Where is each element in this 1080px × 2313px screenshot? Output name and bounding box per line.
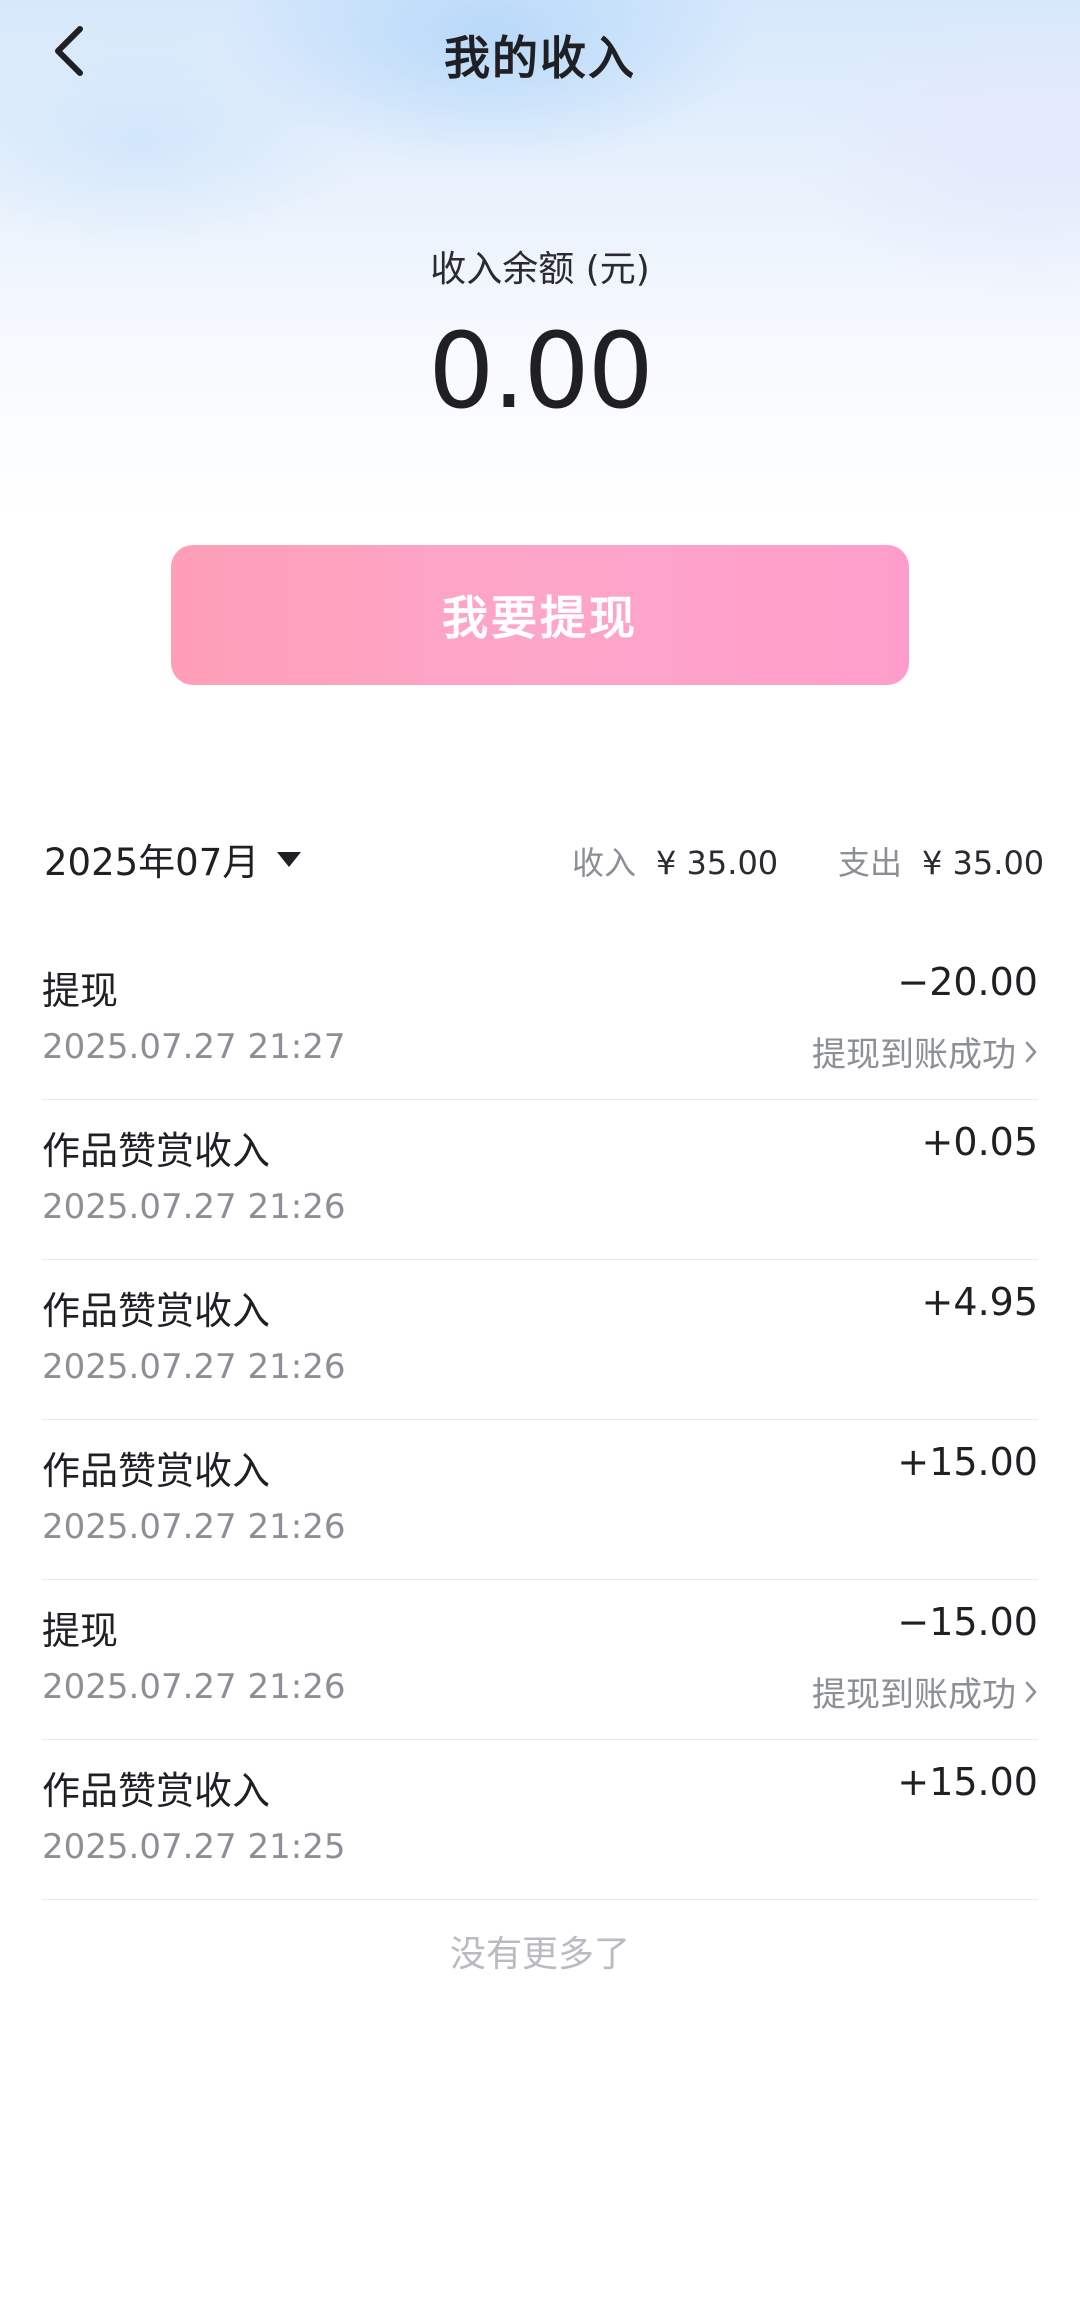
income-summary: 收入 ¥ 35.00 <box>572 838 778 884</box>
transaction-amount: +15.00 <box>897 1760 1038 1804</box>
withdraw-status-link[interactable]: 提现到账成功 <box>812 1667 1038 1716</box>
income-value: ¥ 35.00 <box>656 844 779 882</box>
transaction-row[interactable]: 提现 2025.07.27 21:26 −15.00 提现到账成功 <box>42 1580 1038 1740</box>
withdraw-button[interactable]: 我要提现 <box>171 545 909 685</box>
transaction-title: 作品赞赏收入 <box>42 1289 271 1333</box>
month-label: 2025年07月 <box>44 841 260 884</box>
page-title: 我的收入 <box>444 31 636 85</box>
transaction-row[interactable]: 作品赞赏收入 2025.07.27 21:25 +15.00 <box>42 1740 1038 1900</box>
transaction-title: 作品赞赏收入 <box>42 1449 271 1493</box>
transaction-title: 作品赞赏收入 <box>42 1769 271 1813</box>
transaction-time: 2025.07.27 21:27 <box>42 1027 346 1067</box>
transaction-list: 提现 2025.07.27 21:27 −20.00 提现到账成功 作品赞赏收入… <box>42 940 1038 1900</box>
month-summary: 2025年07月 收入 ¥ 35.00 支出 ¥ 35.00 <box>0 820 1080 900</box>
withdraw-status-label: 提现到账成功 <box>812 1035 1016 1075</box>
transaction-time: 2025.07.27 21:26 <box>42 1507 346 1547</box>
income-label: 收入 <box>572 844 637 882</box>
balance-label: 收入余额 (元) <box>430 249 650 290</box>
transaction-row[interactable]: 作品赞赏收入 2025.07.27 21:26 +0.05 <box>42 1100 1038 1260</box>
transaction-row[interactable]: 作品赞赏收入 2025.07.27 21:26 +4.95 <box>42 1260 1038 1420</box>
transaction-time: 2025.07.27 21:26 <box>42 1667 346 1707</box>
expense-summary: 支出 ¥ 35.00 <box>838 838 1044 884</box>
transaction-amount: +15.00 <box>897 1440 1038 1484</box>
month-picker[interactable]: 2025年07月 <box>44 832 302 886</box>
transaction-time: 2025.07.27 21:25 <box>42 1827 346 1867</box>
withdraw-status-label: 提现到账成功 <box>812 1675 1016 1715</box>
expense-value: ¥ 35.00 <box>922 844 1045 882</box>
withdraw-status-link[interactable]: 提现到账成功 <box>812 1027 1038 1076</box>
chevron-right-icon <box>1024 1040 1038 1064</box>
transaction-title: 作品赞赏收入 <box>42 1129 271 1173</box>
expense-label: 支出 <box>838 844 903 882</box>
caret-down-icon <box>277 851 302 867</box>
no-more-text: 没有更多了 <box>449 1934 630 1975</box>
transaction-time: 2025.07.27 21:26 <box>42 1187 346 1227</box>
transaction-amount: −20.00 <box>897 960 1038 1004</box>
header-bar: 我的收入 <box>0 0 1080 110</box>
transaction-time: 2025.07.27 21:26 <box>42 1347 346 1387</box>
transaction-row[interactable]: 提现 2025.07.27 21:27 −20.00 提现到账成功 <box>42 940 1038 1100</box>
transaction-amount: −15.00 <box>897 1600 1038 1644</box>
transaction-row[interactable]: 作品赞赏收入 2025.07.27 21:26 +15.00 <box>42 1420 1038 1580</box>
transaction-amount: +4.95 <box>921 1280 1038 1324</box>
transaction-title: 提现 <box>42 969 119 1013</box>
transaction-amount: +0.05 <box>921 1120 1038 1164</box>
chevron-right-icon <box>1024 1680 1038 1704</box>
transaction-title: 提现 <box>42 1609 119 1653</box>
balance-amount: 0.00 <box>428 310 654 432</box>
